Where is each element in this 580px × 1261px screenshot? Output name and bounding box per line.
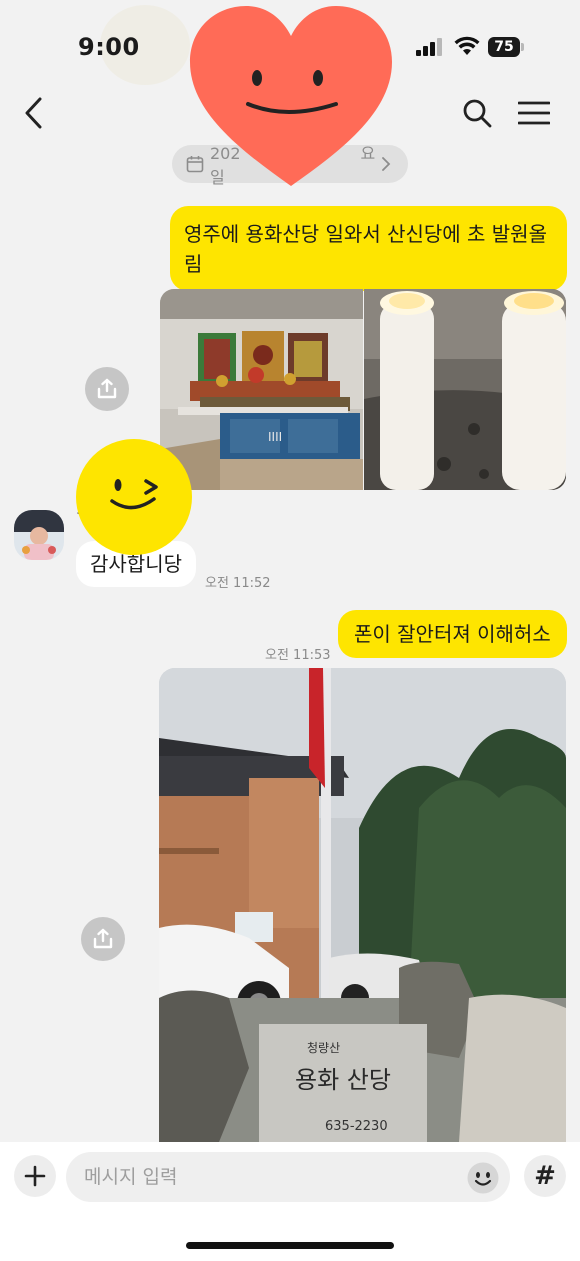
message-time: 오전 11:52	[205, 576, 271, 591]
share-button[interactable]	[81, 917, 125, 961]
back-arrow-icon[interactable]	[22, 96, 44, 130]
hashtag-button[interactable]: #	[524, 1155, 566, 1197]
status-time: 9:00	[78, 33, 140, 61]
emoji-icon[interactable]	[466, 1161, 500, 1195]
share-icon	[97, 378, 117, 399]
sign-phone-text: 635-2230	[325, 1119, 388, 1134]
smiley-sticker	[76, 439, 192, 555]
sign-main-text: 용화 산당	[295, 1066, 391, 1094]
my-message-bubble[interactable]: 폰이 잘안터져 이해허소	[338, 610, 567, 658]
menu-icon[interactable]	[518, 100, 550, 126]
photo-candles[interactable]	[364, 289, 566, 490]
altar-board-text: IIII	[268, 430, 282, 444]
my-message-bubble[interactable]: 영주에 용화산당 일와서 산신당에 초 발원올림	[170, 206, 567, 291]
avatar[interactable]	[14, 510, 64, 560]
wifi-icon	[454, 36, 480, 55]
plus-icon	[24, 1165, 46, 1187]
message-input[interactable]	[66, 1152, 510, 1202]
share-button[interactable]	[85, 367, 129, 411]
heart-sticker	[190, 6, 392, 186]
battery-icon: 75	[488, 37, 524, 57]
home-indicator	[186, 1242, 394, 1249]
sign-small-text: 청량산	[307, 1041, 340, 1055]
search-icon[interactable]	[462, 98, 492, 128]
photo-temple-sign[interactable]: 청량산 용화 산당 635-2230	[159, 668, 566, 1142]
attach-button[interactable]	[14, 1155, 56, 1197]
signal-icon	[416, 38, 442, 56]
battery-level: 75	[488, 37, 520, 57]
share-icon	[93, 928, 113, 949]
message-time: 오전 11:53	[265, 648, 331, 663]
